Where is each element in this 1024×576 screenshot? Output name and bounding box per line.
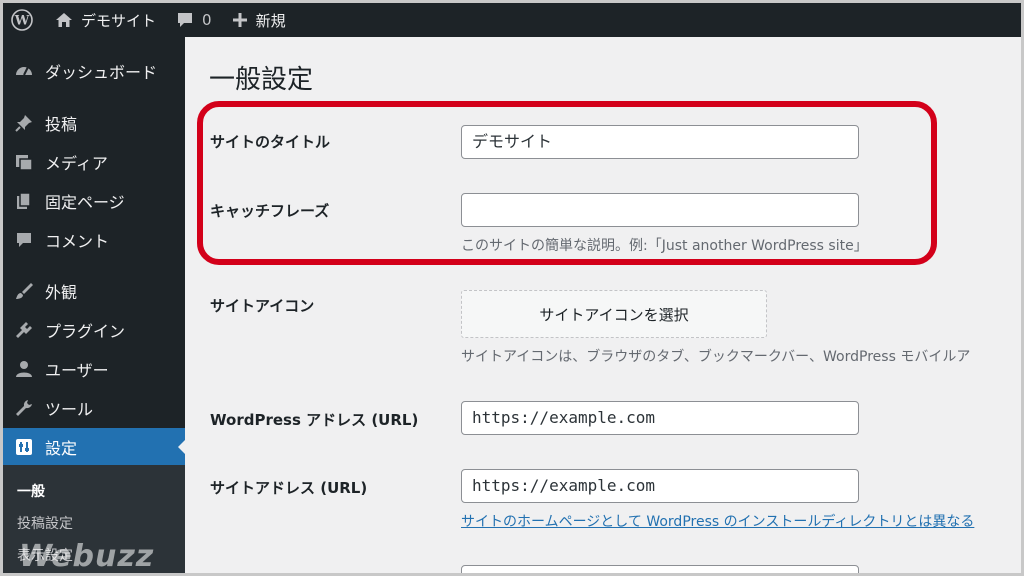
submenu-item-writing[interactable]: 投稿設定 bbox=[17, 513, 73, 533]
wrench-icon bbox=[13, 397, 35, 419]
submenu-item-general[interactable]: 一般 bbox=[17, 481, 45, 501]
tagline-description: このサイトの簡単な説明。例:「Just another WordPress si… bbox=[461, 238, 868, 254]
pin-icon bbox=[13, 112, 35, 134]
menu-label: 投稿 bbox=[45, 115, 78, 134]
site-icon-label: サイトアイコン bbox=[210, 297, 315, 315]
menu-label: ユーザー bbox=[45, 361, 109, 380]
screenshot-frame: W デモサイト 0 新規 ダッシュボード 投稿 メディア 固定ページ コメント … bbox=[0, 0, 1024, 576]
comment-count: 0 bbox=[202, 11, 212, 29]
menu-label: 外観 bbox=[45, 283, 78, 302]
dashboard-icon bbox=[13, 60, 35, 82]
comment-icon bbox=[13, 229, 35, 251]
wordpress-logo-button[interactable]: W bbox=[3, 3, 45, 37]
menu-label: コメント bbox=[45, 232, 110, 251]
menu-item-pages[interactable]: 固定ページ bbox=[3, 182, 185, 220]
new-label: 新規 bbox=[255, 11, 286, 30]
menu-label: ダッシュボード bbox=[45, 63, 158, 82]
media-icon bbox=[13, 151, 35, 173]
select-site-icon-button[interactable]: サイトアイコンを選択 bbox=[461, 290, 767, 338]
menu-label: 設定 bbox=[45, 439, 78, 458]
site-title-label: サイトのタイトル bbox=[210, 133, 331, 151]
menu-item-posts[interactable]: 投稿 bbox=[3, 104, 185, 142]
user-icon bbox=[13, 358, 35, 380]
wordpress-icon: W bbox=[11, 9, 33, 31]
select-site-icon-label: サイトアイコンを選択 bbox=[539, 305, 689, 324]
site-address-help-link[interactable]: サイトのホームページとして WordPress のインストールディレクトリとは異… bbox=[461, 511, 974, 531]
plugin-icon bbox=[13, 319, 35, 341]
menu-item-users[interactable]: ユーザー bbox=[3, 350, 185, 388]
site-name-label: デモサイト bbox=[81, 11, 157, 30]
site-name-link[interactable]: デモサイト bbox=[45, 3, 166, 37]
admin-sidebar: ダッシュボード 投稿 メディア 固定ページ コメント 外観 プラグイン ユーザー… bbox=[3, 37, 186, 574]
admin-email-input[interactable] bbox=[461, 565, 859, 573]
site-address-input[interactable]: https://example.com bbox=[461, 469, 859, 503]
admin-bar: W デモサイト 0 新規 bbox=[3, 3, 1021, 37]
comments-link[interactable]: 0 bbox=[166, 3, 222, 37]
site-icon-description: サイトアイコンは、ブラウザのタブ、ブックマークバー、WordPress モバイル… bbox=[461, 349, 971, 365]
comment-bubble-icon bbox=[178, 13, 193, 27]
menu-item-comments[interactable]: コメント bbox=[3, 221, 185, 259]
menu-item-dashboard[interactable]: ダッシュボード bbox=[3, 52, 185, 90]
home-icon bbox=[56, 13, 72, 27]
menu-label: ツール bbox=[45, 400, 94, 419]
menu-item-plugins[interactable]: プラグイン bbox=[3, 311, 185, 349]
menu-label: メディア bbox=[45, 154, 108, 173]
page-title: 一般設定 bbox=[209, 65, 314, 95]
brush-icon bbox=[13, 280, 35, 302]
tagline-label: キャッチフレーズ bbox=[210, 202, 330, 220]
menu-label: プラグイン bbox=[45, 322, 126, 341]
tagline-input[interactable] bbox=[461, 193, 859, 227]
wp-address-label: WordPress アドレス (URL) bbox=[210, 411, 419, 429]
menu-item-settings[interactable]: 設定 bbox=[3, 428, 186, 466]
main-content: 一般設定 サイトのタイトル デモサイト キャッチフレーズ このサイトの簡単な説明… bbox=[185, 37, 1021, 573]
new-content-button[interactable]: 新規 bbox=[222, 3, 296, 37]
svg-text:W: W bbox=[14, 14, 30, 29]
settings-icon bbox=[13, 436, 35, 458]
plus-icon bbox=[232, 13, 247, 27]
menu-item-media[interactable]: メディア bbox=[3, 143, 185, 181]
site-title-input[interactable]: デモサイト bbox=[461, 125, 859, 159]
site-address-label: サイトアドレス (URL) bbox=[210, 479, 368, 497]
menu-label: 固定ページ bbox=[45, 193, 125, 212]
menu-item-appearance[interactable]: 外観 bbox=[3, 272, 185, 310]
webuzz-watermark: Webuzz bbox=[19, 539, 155, 574]
wp-address-input[interactable]: https://example.com bbox=[461, 401, 859, 435]
page-icon bbox=[13, 190, 35, 212]
menu-item-tools[interactable]: ツール bbox=[3, 389, 185, 427]
